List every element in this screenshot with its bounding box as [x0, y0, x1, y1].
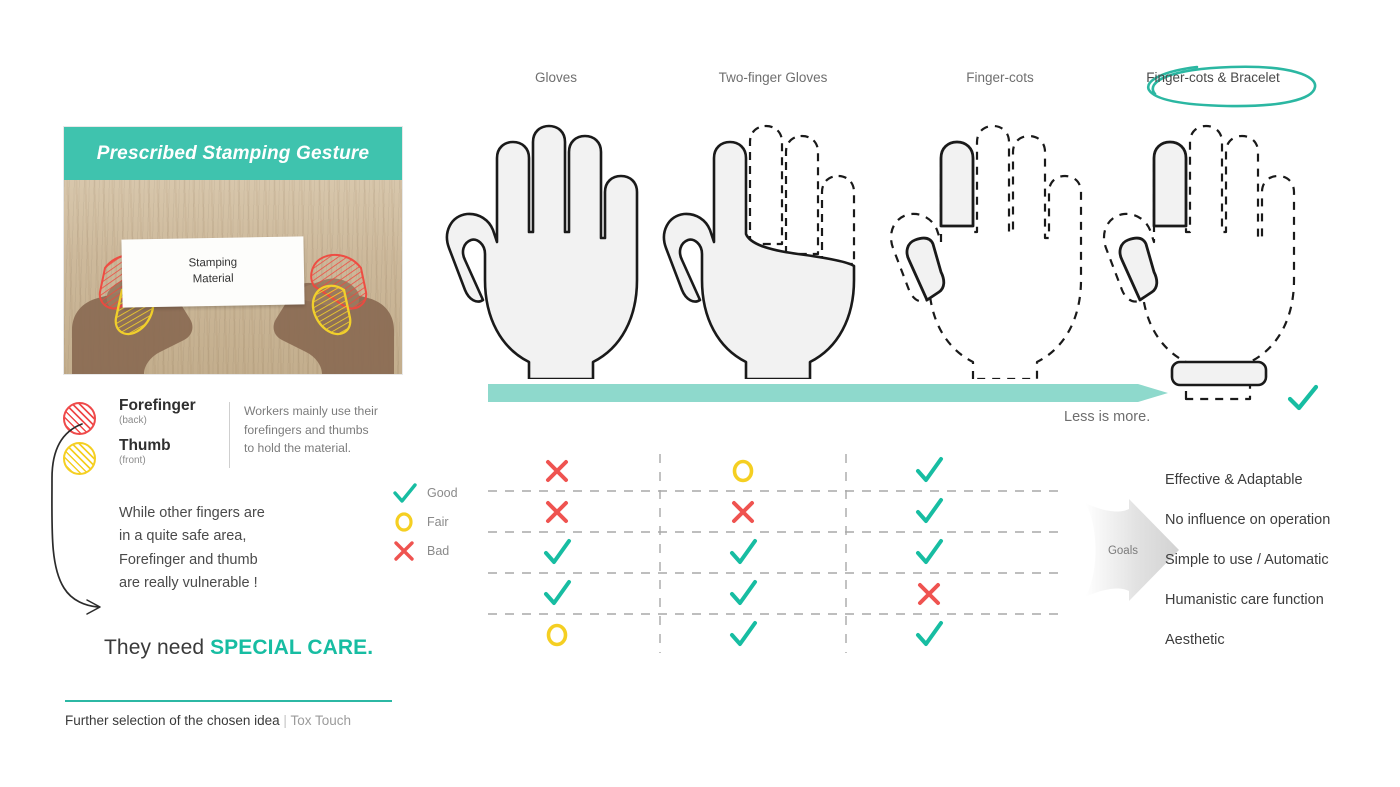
cross-icon: [394, 540, 414, 561]
footer-rule: [65, 700, 392, 702]
thumb-sublabel: (front): [119, 455, 146, 467]
comparison-matrix: [488, 450, 1068, 655]
hand-illustration-finger-cots: [885, 104, 1115, 381]
hand-illustration-two-finger-gloves: [658, 104, 888, 381]
special-care-highlight: SPECIAL CARE.: [210, 635, 374, 659]
footer-separator: |: [283, 713, 287, 728]
rating-legend-item-bad: Bad: [392, 536, 458, 565]
goal-item: Effective & Adaptable: [1165, 472, 1303, 488]
stamping-gesture-photo: Stamping Material: [64, 180, 402, 374]
goal-item: Simple to use / Automatic: [1165, 552, 1329, 568]
matrix-cell-bad: [912, 577, 946, 611]
finger-legend-note: Workers mainly use their forefingers and…: [244, 398, 378, 458]
rating-legend: Good Fair Bad: [392, 478, 458, 565]
hand-illustration-gloves: [441, 104, 671, 381]
rating-legend-label-bad: Bad: [427, 543, 450, 558]
vulnerability-statement: While other fingers are in a quite safe …: [119, 502, 403, 596]
less-is-more-caption: Less is more.: [1064, 409, 1151, 425]
stamp-label-line2: Material: [192, 272, 234, 286]
goal-item: Humanistic care function: [1165, 592, 1324, 608]
vulnerability-line2: in a quite safe area,: [119, 528, 247, 545]
matrix-cell-good: [912, 536, 946, 570]
stamping-gesture-card-header: Prescribed Stamping Gesture: [64, 127, 402, 180]
matrix-cell-good: [540, 577, 574, 611]
special-care-prefix: They need: [104, 635, 211, 659]
matrix-cell-good: [912, 495, 946, 529]
hand-illustration-finger-cots-bracelet: [1098, 104, 1328, 401]
matrix-cell-bad: [540, 495, 574, 529]
goal-item: Aesthetic: [1165, 632, 1225, 648]
matrix-cell-good: [726, 618, 760, 652]
stamp-label-line1: Stamping: [188, 257, 238, 270]
vulnerability-line4: are really vulnerable !: [119, 575, 258, 592]
forefinger-legend-entry: Forefinger (back): [119, 397, 229, 438]
column-title-finger-cots-bracelet[interactable]: Finger-cots & Bracelet: [1098, 70, 1328, 92]
matrix-cell-good: [912, 618, 946, 652]
legend-note-line1: Workers mainly use their: [244, 404, 378, 418]
hand-column-two-finger-gloves: Two-finger Gloves: [658, 70, 888, 381]
rating-legend-item-good: Good: [392, 478, 458, 507]
less-is-more-arrow-icon: [488, 384, 1168, 402]
forefinger-label: Forefinger: [119, 397, 196, 414]
stamping-material-label: Stamping Material: [121, 236, 305, 308]
bracelet-shape: [1170, 360, 1268, 387]
vulnerability-line3: Forefinger and thumb: [119, 551, 258, 568]
goals-list: Effective & Adaptable No influence on ope…: [1165, 460, 1400, 660]
chosen-check-icon: [1287, 384, 1319, 411]
column-title-finger-cots: Finger-cots: [966, 70, 1034, 85]
footer: Further selection of the chosen idea | T…: [65, 700, 405, 728]
matrix-cell-bad: [726, 495, 760, 529]
rating-legend-label-good: Good: [427, 485, 458, 500]
matrix-cell-good: [912, 454, 946, 488]
legend-note-line2: forefingers and thumbs: [244, 422, 369, 437]
forefinger-sublabel: (back): [119, 415, 147, 427]
check-icon: [393, 482, 417, 503]
matrix-cell-fair: [726, 454, 760, 488]
matrix-cell-good: [726, 577, 760, 611]
goal-item: No influence on operation: [1165, 512, 1331, 528]
column-title-two-finger-gloves: Two-finger Gloves: [718, 70, 828, 85]
hand-column-finger-cots: Finger-cots: [885, 70, 1115, 381]
footer-brand: Tox Touch: [290, 713, 351, 728]
circle-icon: [395, 511, 413, 532]
matrix-cell-good: [540, 536, 574, 570]
matrix-gridlines: [488, 454, 1066, 653]
matrix-cell-fair: [540, 618, 574, 652]
card-title: Prescribed Stamping Gesture: [96, 142, 370, 164]
footer-title: Further selection of the chosen idea: [65, 713, 280, 728]
thumb-label: Thumb: [119, 437, 171, 454]
stamping-gesture-card: Prescribed Stamping Gesture Stamping Mat…: [63, 126, 403, 375]
column-title-gloves: Gloves: [534, 70, 578, 85]
hand-column-finger-cots-bracelet[interactable]: Finger-cots & Bracelet: [1098, 70, 1328, 401]
footer-caption: Further selection of the chosen idea | T…: [65, 713, 405, 728]
goals-arrow-label: Goals: [1108, 545, 1138, 557]
matrix-cell-bad: [540, 454, 574, 488]
rating-legend-item-fair: Fair: [392, 507, 458, 536]
thumb-legend-entry: Thumb (front): [119, 437, 229, 478]
matrix-cell-good: [726, 536, 760, 570]
finger-legend-names: Forefinger (back) Thumb (front): [119, 397, 229, 478]
legend-divider: [229, 402, 230, 468]
special-care-statement: They need SPECIAL CARE.: [104, 636, 403, 660]
hand-column-gloves: Gloves: [441, 70, 671, 381]
rating-legend-label-fair: Fair: [427, 514, 449, 529]
vulnerability-line1: While other fingers are: [119, 505, 265, 521]
curved-arrow-icon: [51, 423, 101, 615]
legend-note-line3: to hold the material.: [244, 441, 352, 456]
